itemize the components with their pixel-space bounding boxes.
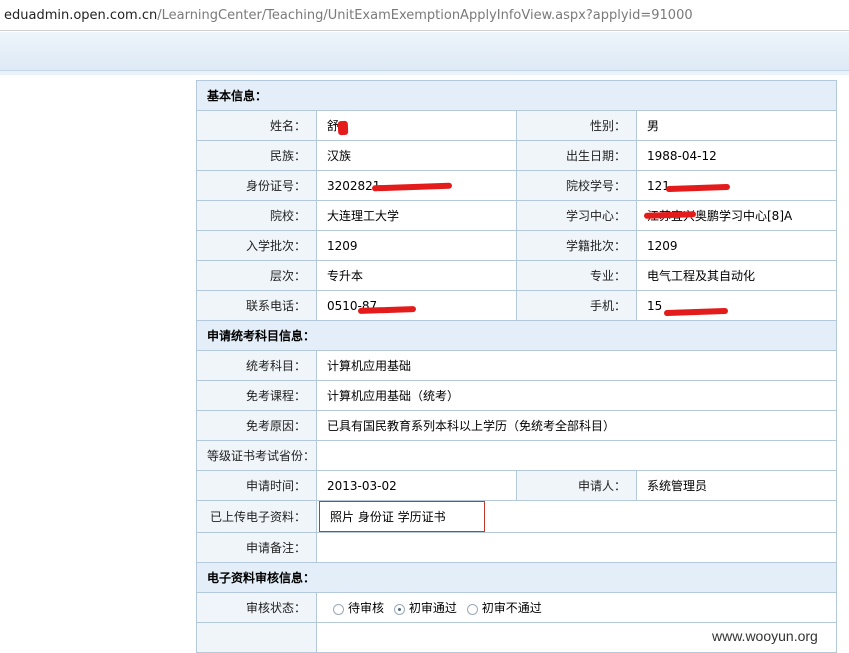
- files-label: 已上传电子资料：: [196, 500, 317, 533]
- gender-value: 男: [635, 110, 838, 141]
- school-no-label: 院校学号：: [516, 170, 637, 201]
- applicant-label: 申请人：: [516, 470, 637, 501]
- files-value[interactable]: 照片 身份证 学历证书: [319, 501, 485, 532]
- address-bar[interactable]: eduadmin.open.com.cn/LearningCenter/Teac…: [0, 0, 849, 31]
- apply-time-value: 2013-03-02: [316, 470, 517, 501]
- radio-first-fail[interactable]: [466, 604, 478, 615]
- phone-label: 联系电话：: [196, 290, 317, 321]
- radio-pending-label: 待审核: [348, 601, 385, 615]
- radio-first-pass[interactable]: [393, 604, 405, 615]
- course-label: 免考课程：: [196, 380, 317, 411]
- province-value: [315, 440, 838, 471]
- mobile-label: 手机：: [516, 290, 637, 321]
- school-label: 院校：: [196, 200, 317, 231]
- apply-info-table: 基本信息： 姓名： 舒 性别： 男 民族： 汉族 出生日期： 1988-04-1…: [195, 80, 838, 653]
- enroll-value: 1209: [316, 230, 517, 261]
- level-value: 专升本: [316, 260, 517, 291]
- school-value: 大连理工大学: [316, 200, 517, 231]
- applicant-value: 系统管理员: [635, 470, 838, 501]
- major-label: 专业：: [516, 260, 637, 291]
- section-basic-title: 基本信息：: [195, 80, 838, 111]
- review-state-label: 审核状态：: [196, 592, 317, 623]
- center-label: 学习中心：: [516, 200, 637, 231]
- files-cell: 照片 身份证 学历证书: [315, 500, 838, 533]
- status-batch-label: 学籍批次：: [516, 230, 637, 261]
- review-extra-label: [196, 622, 317, 653]
- birth-label: 出生日期：: [516, 140, 637, 171]
- enroll-label: 入学批次：: [196, 230, 317, 261]
- reason-value: 已具有国民教育系列本科以上学历（免统考全部科目）: [315, 410, 838, 441]
- address-path: /LearningCenter/Teaching/UnitExamExempti…: [157, 8, 693, 23]
- radio-first-pass-label: 初审通过: [408, 601, 457, 615]
- radio-pending[interactable]: [333, 604, 344, 615]
- phone-value: 0510-87: [316, 290, 517, 321]
- id-label: 身份证号：: [196, 170, 317, 201]
- header-divider: [0, 71, 849, 75]
- remark-value: [315, 532, 838, 563]
- province-label: 等级证书考试省份：: [196, 440, 317, 471]
- name-label: 姓名：: [196, 110, 317, 141]
- subject-label: 统考科目：: [196, 350, 317, 381]
- ethnic-label: 民族：: [196, 140, 317, 171]
- remark-label: 申请备注：: [196, 532, 317, 563]
- status-batch-value: 1209: [635, 230, 838, 261]
- address-host: eduadmin.open.com.cn: [4, 8, 158, 23]
- subject-value: 计算机应用基础: [315, 350, 838, 381]
- level-label: 层次：: [196, 260, 317, 291]
- course-value: 计算机应用基础（统考）: [315, 380, 838, 411]
- ethnic-value: 汉族: [316, 140, 517, 171]
- section-apply-title: 申请统考科目信息：: [195, 320, 838, 351]
- header-band: [0, 32, 849, 71]
- gender-label: 性别：: [516, 110, 637, 141]
- review-state-options: 待审核 初审通过 初审不通过: [315, 592, 838, 623]
- section-review-title: 电子资料审核信息：: [195, 562, 838, 593]
- major-value: 电气工程及其自动化: [635, 260, 838, 291]
- redaction-name: [337, 120, 349, 136]
- radio-first-fail-label: 初审不通过: [481, 601, 542, 615]
- watermark-text: www.wooyun.org: [712, 628, 818, 644]
- reason-label: 免考原因：: [196, 410, 317, 441]
- apply-time-label: 申请时间：: [196, 470, 317, 501]
- birth-value: 1988-04-12: [635, 140, 838, 171]
